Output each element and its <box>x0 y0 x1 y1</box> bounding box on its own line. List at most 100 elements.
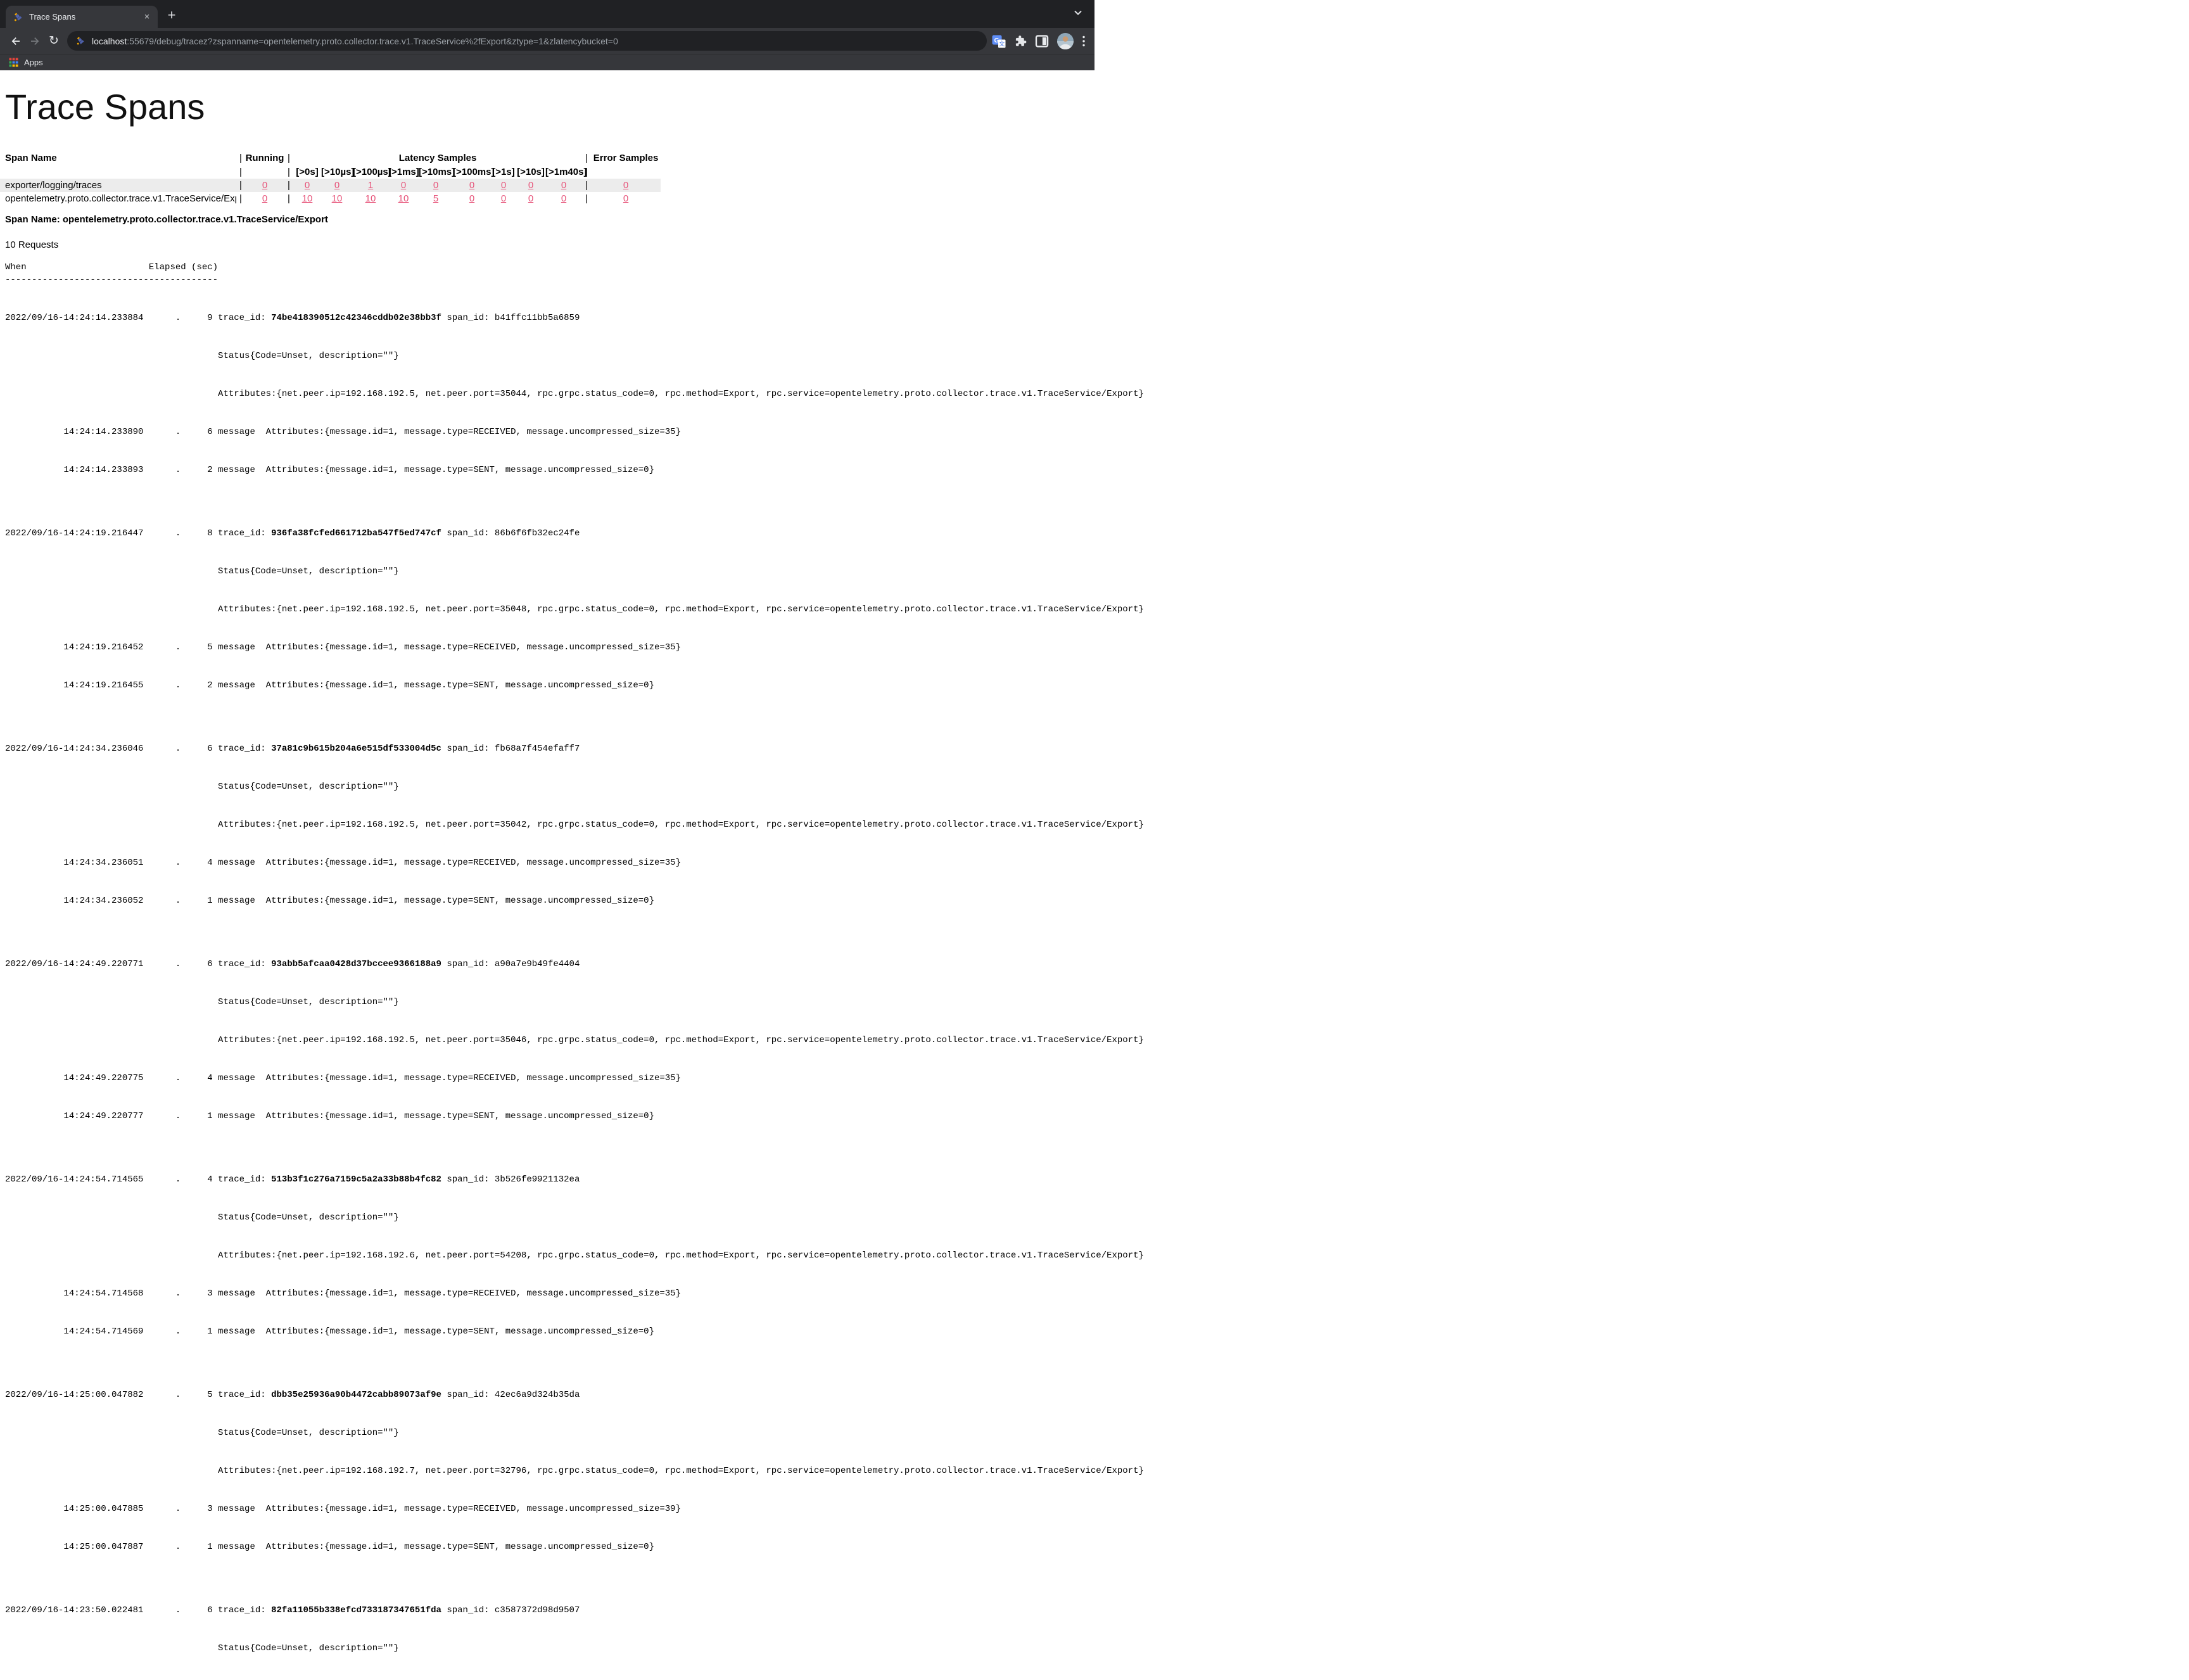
trace-id: 82fa11055b338efcd733187347651fda <box>271 1605 441 1615</box>
span-row: exporter/logging/traces | 0 | 0 0 1 0 0 … <box>0 179 661 192</box>
message-line: 14:24:54.714569 . 1 message Attributes:{… <box>5 1325 1094 1338</box>
col-header-span-name: Span Name <box>0 151 236 165</box>
span-name: opentelemetry.proto.collector.trace.v1.T… <box>0 192 236 205</box>
status-line: Status{Code=Unset, description=""} <box>5 565 1094 578</box>
message-line: 14:24:14.233893 . 2 message Attributes:{… <box>5 464 1094 476</box>
column-separator: | <box>284 192 293 205</box>
trace-entry-line: 2022/09/16-14:24:34.236046 . 6 trace_id:… <box>5 742 1094 755</box>
column-separator: | <box>582 151 591 165</box>
latency-count-link[interactable]: 0 <box>433 180 438 191</box>
column-separator: | <box>582 179 591 192</box>
trace-id: 936fa38fcfed661712ba547f5ed747cf <box>271 528 441 538</box>
trace-log: When Elapsed (sec) ---------------------… <box>5 261 1094 1680</box>
url-path: :55679/debug/tracez?zspanname=openteleme… <box>127 36 618 46</box>
browser-tab[interactable]: Trace Spans × <box>6 6 158 28</box>
extensions-puzzle-icon[interactable] <box>1014 35 1027 48</box>
tab-close-icon[interactable]: × <box>141 11 153 23</box>
span-name: exporter/logging/traces <box>0 179 236 192</box>
col-header-error-samples: Error Samples <box>591 151 661 165</box>
reload-button[interactable]: ↻ <box>44 32 63 51</box>
toolbar-icons: G 文 <box>992 33 1088 49</box>
browser-menu-kebab-icon[interactable] <box>1082 35 1086 48</box>
side-panel-icon[interactable] <box>1035 35 1049 48</box>
selected-span-name: Span Name: opentelemetry.proto.collector… <box>5 214 1094 226</box>
latency-count-link[interactable]: 0 <box>528 180 533 191</box>
message-line: 14:24:19.216455 . 2 message Attributes:{… <box>5 679 1094 692</box>
apps-grid-icon[interactable] <box>9 58 18 67</box>
bucket-label: [>1m40s] <box>545 165 582 179</box>
bucket-label: [>100µs] <box>353 165 388 179</box>
trace-entry: 2022/09/16-14:24:54.714565 . 4 trace_id:… <box>5 1148 1094 1363</box>
trace-id: 513b3f1c276a7159c5a2a33b88b4fc82 <box>271 1174 441 1185</box>
latency-count-link[interactable]: 0 <box>469 193 474 204</box>
trace-entry: 2022/09/16-14:24:19.216447 . 8 trace_id:… <box>5 502 1094 717</box>
message-line: 14:24:14.233890 . 6 message Attributes:{… <box>5 426 1094 438</box>
trace-id: dbb35e25936a90b4472cabb89073af9e <box>271 1390 441 1400</box>
latency-count-link[interactable]: 10 <box>302 193 313 204</box>
trace-entry: 2022/09/16-14:25:00.047882 . 5 trace_id:… <box>5 1363 1094 1579</box>
bucket-label: [>10ms] <box>419 165 453 179</box>
latency-count-link[interactable]: 1 <box>368 180 373 191</box>
url-bar[interactable]: localhost:55679/debug/tracez?zspanname=o… <box>67 31 987 51</box>
bookmarks-bar: Apps <box>0 54 1094 70</box>
error-count-link[interactable]: 0 <box>623 193 628 204</box>
column-separator: | <box>236 192 245 205</box>
latency-count-link[interactable]: 0 <box>528 193 533 204</box>
latency-count-link[interactable]: 0 <box>334 180 339 191</box>
error-count-link[interactable]: 0 <box>623 180 628 191</box>
tab-strip: Trace Spans × + <box>0 0 1094 28</box>
profile-avatar[interactable] <box>1057 33 1074 49</box>
forward-button[interactable] <box>25 32 44 51</box>
trace-id: 37a81c9b615b204a6e515df533004d5c <box>271 744 441 754</box>
bucket-label: [>1s] <box>491 165 516 179</box>
latency-count-link[interactable]: 0 <box>305 180 310 191</box>
column-separator: | <box>236 179 245 192</box>
attributes-line: Attributes:{net.peer.ip=192.168.192.6, n… <box>5 1249 1094 1262</box>
latency-count-link[interactable]: 10 <box>332 193 343 204</box>
back-button[interactable] <box>6 32 25 51</box>
message-line: 14:24:19.216452 . 5 message Attributes:{… <box>5 641 1094 654</box>
tab-search-chevron-icon[interactable] <box>1073 8 1083 20</box>
message-line: 14:24:49.220775 . 4 message Attributes:{… <box>5 1072 1094 1085</box>
tab-title: Trace Spans <box>29 12 141 22</box>
trace-entry: 2022/09/16-14:24:14.233884 . 9 trace_id:… <box>5 286 1094 502</box>
status-line: Status{Code=Unset, description=""} <box>5 1427 1094 1439</box>
translate-icon[interactable]: G 文 <box>992 34 1006 48</box>
column-separator: | <box>236 165 245 179</box>
trace-entry: 2022/09/16-14:24:49.220771 . 6 trace_id:… <box>5 932 1094 1148</box>
latency-count-link[interactable]: 0 <box>501 193 506 204</box>
attributes-line: Attributes:{net.peer.ip=192.168.192.7, n… <box>5 1465 1094 1477</box>
request-count: 10 Requests <box>5 239 1094 251</box>
latency-count-link[interactable]: 0 <box>501 180 506 191</box>
latency-count-link[interactable]: 5 <box>433 193 438 204</box>
bucket-label: [>10s] <box>516 165 545 179</box>
running-count-link[interactable]: 0 <box>262 180 267 191</box>
latency-count-link[interactable]: 10 <box>365 193 376 204</box>
column-separator: | <box>284 151 293 165</box>
apps-bookmark-label[interactable]: Apps <box>24 58 43 67</box>
latency-count-link[interactable]: 0 <box>561 180 566 191</box>
latency-count-link[interactable]: 0 <box>561 193 566 204</box>
trace-id: 93abb5afcaa0428d37bccee9366188a9 <box>271 959 441 969</box>
latency-count-link[interactable]: 0 <box>401 180 406 191</box>
trace-entry-line: 2022/09/16-14:25:00.047882 . 5 trace_id:… <box>5 1389 1094 1401</box>
attributes-line: Attributes:{net.peer.ip=192.168.192.5, n… <box>5 603 1094 616</box>
bucket-label: [>100ms] <box>453 165 491 179</box>
status-line: Status{Code=Unset, description=""} <box>5 1211 1094 1224</box>
bucket-label: [>10µs] <box>321 165 353 179</box>
message-line: 14:24:34.236052 . 1 message Attributes:{… <box>5 894 1094 907</box>
column-separator: | <box>582 192 591 205</box>
col-header-latency-samples: Latency Samples <box>293 151 582 165</box>
log-column-headers: When Elapsed (sec) <box>5 261 1094 274</box>
new-tab-button[interactable]: + <box>163 7 181 25</box>
latency-count-link[interactable]: 0 <box>469 180 474 191</box>
browser-window: Trace Spans × + ↻ <box>0 0 1094 70</box>
trace-entry-line: 2022/09/16-14:24:49.220771 . 6 trace_id:… <box>5 958 1094 970</box>
col-header-running: Running <box>245 151 284 165</box>
running-count-link[interactable]: 0 <box>262 193 267 204</box>
url-host: localhost <box>92 36 127 46</box>
latency-count-link[interactable]: 10 <box>398 193 409 204</box>
message-line: 14:24:49.220777 . 1 message Attributes:{… <box>5 1110 1094 1123</box>
status-line: Status{Code=Unset, description=""} <box>5 996 1094 1009</box>
column-separator: | <box>284 165 293 179</box>
